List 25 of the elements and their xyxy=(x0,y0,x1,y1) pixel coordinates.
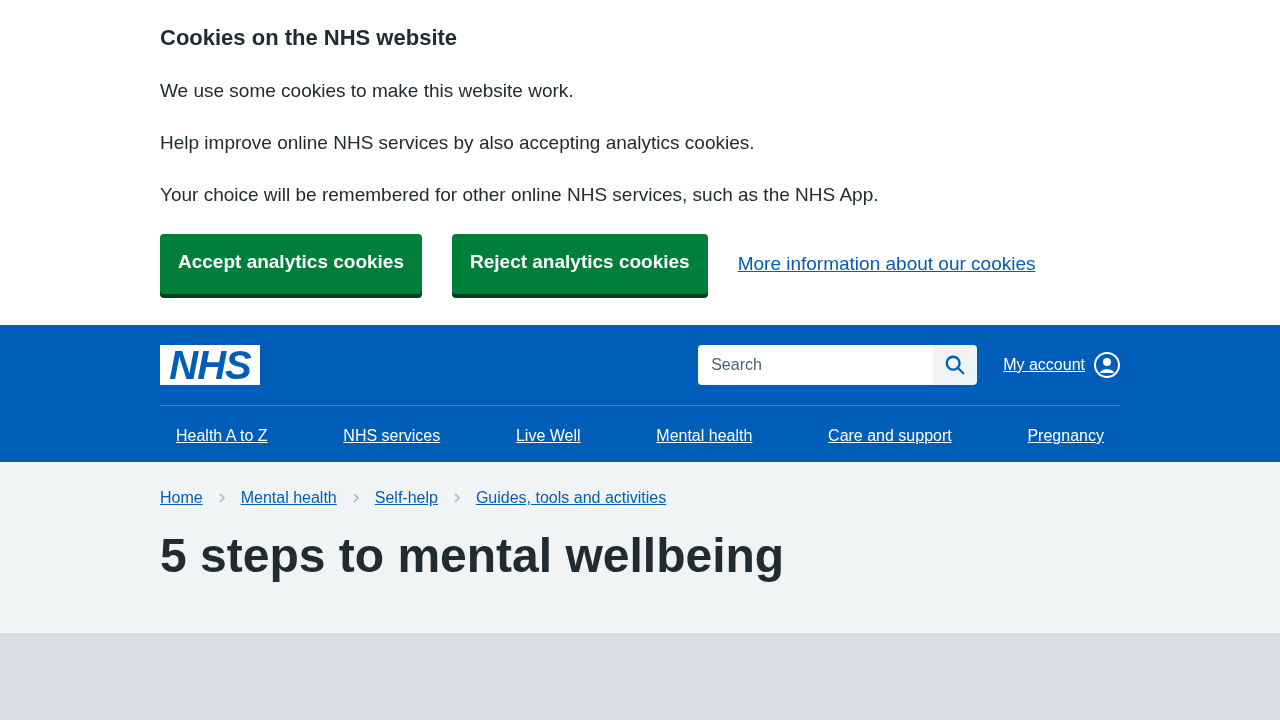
nav-link[interactable]: Care and support xyxy=(828,424,952,448)
breadcrumb-link[interactable]: Self-help xyxy=(374,486,438,510)
page-title: 5 steps to mental wellbeing xyxy=(160,528,786,584)
account-link[interactable]: My account xyxy=(1003,353,1085,377)
nav-link[interactable]: NHS services xyxy=(343,424,441,448)
nav-link[interactable]: Pregnancy xyxy=(1027,424,1104,448)
cookie-banner-title: Cookies on the NHS website xyxy=(160,24,459,52)
breadcrumb-link[interactable]: Mental health xyxy=(240,486,337,510)
search-field[interactable]: Search xyxy=(698,345,934,385)
cookie-text: Your choice will be remembered for other online NHS services, such as the NHS App. xyxy=(160,183,880,207)
cookie-text: Help improve online NHS services by also accepting analytics cookies. xyxy=(160,131,756,155)
chevron-icon xyxy=(452,492,461,504)
breadcrumb-link[interactable]: Home xyxy=(160,486,203,510)
cookie-info-link[interactable]: More information about our cookies xyxy=(737,249,1036,279)
chevron-icon xyxy=(217,492,226,504)
search-icon xyxy=(944,354,967,376)
nav-link[interactable]: Live Well xyxy=(515,424,581,448)
search-button[interactable] xyxy=(933,345,978,385)
breadcrumb-link[interactable]: Guides, tools and activities xyxy=(475,486,667,510)
user-icon xyxy=(1094,352,1120,378)
nav-link[interactable]: Health A to Z xyxy=(176,424,268,448)
chevron-icon xyxy=(351,492,360,504)
cookie-text: We use some cookies to make this website work. xyxy=(160,79,575,103)
nhs-logo[interactable]: NHS xyxy=(160,345,260,385)
nav-link[interactable]: Mental health xyxy=(656,424,753,448)
